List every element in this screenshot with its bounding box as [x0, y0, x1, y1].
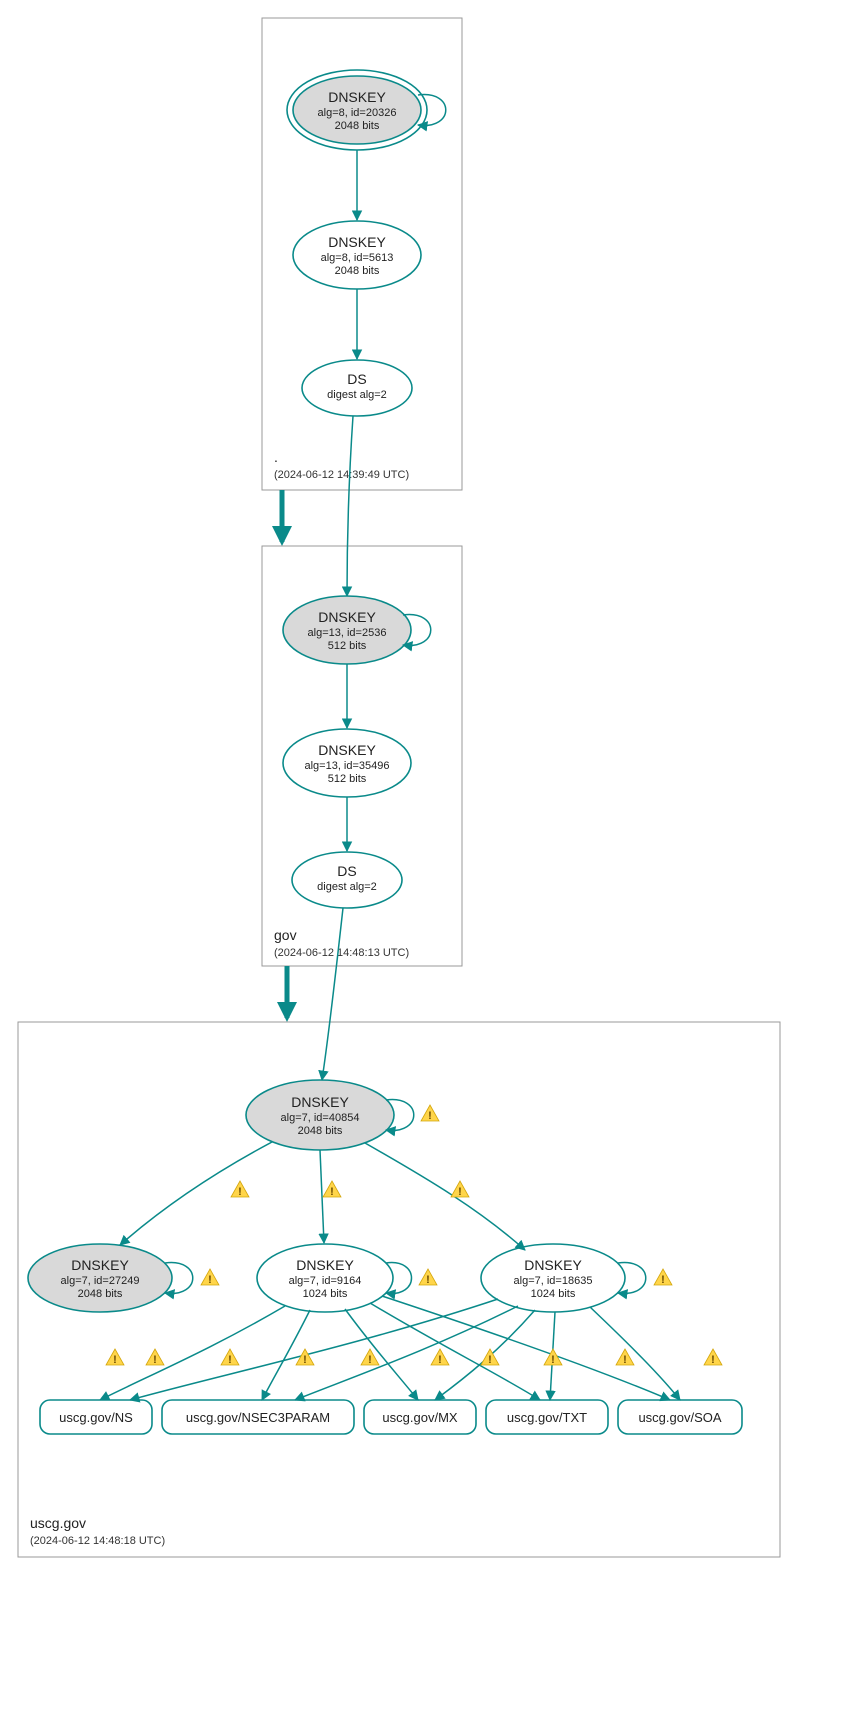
rr-nsec3: uscg.gov/NSEC3PARAM — [162, 1400, 354, 1434]
svg-text:uscg.gov/NS: uscg.gov/NS — [59, 1410, 133, 1425]
svg-text:uscg.gov/MX: uscg.gov/MX — [382, 1410, 457, 1425]
warn-icon — [704, 1349, 722, 1366]
svg-text:digest alg=2: digest alg=2 — [317, 881, 377, 893]
zone-gov-time: (2024-06-12 14:48:13 UTC) — [274, 947, 409, 959]
svg-text:uscg.gov/SOA: uscg.gov/SOA — [638, 1410, 721, 1425]
svg-text:alg=13, id=35496: alg=13, id=35496 — [304, 760, 389, 772]
svg-text:alg=7, id=27249: alg=7, id=27249 — [61, 1275, 140, 1287]
svg-text:DNSKEY: DNSKEY — [524, 1257, 582, 1273]
svg-text:2048 bits: 2048 bits — [335, 265, 380, 277]
svg-text:alg=8, id=5613: alg=8, id=5613 — [321, 252, 394, 264]
zone-gov-name: gov — [274, 927, 297, 943]
warn-icon — [616, 1349, 634, 1366]
svg-text:DS: DS — [337, 863, 356, 879]
node-uscg-ksk: DNSKEY alg=7, id=40854 2048 bits — [246, 1080, 394, 1150]
svg-text:DNSKEY: DNSKEY — [318, 609, 376, 625]
warn-icon — [296, 1349, 314, 1366]
svg-text:512 bits: 512 bits — [328, 640, 367, 652]
warn-icon — [201, 1269, 219, 1286]
edge-z2-mx — [435, 1310, 535, 1400]
svg-text:alg=13, id=2536: alg=13, id=2536 — [308, 627, 387, 639]
svg-text:DNSKEY: DNSKEY — [296, 1257, 354, 1273]
node-uscg-z1: DNSKEY alg=7, id=9164 1024 bits — [257, 1244, 393, 1312]
node-gov-zsk: DNSKEY alg=13, id=35496 512 bits — [283, 729, 411, 797]
svg-text:2048 bits: 2048 bits — [298, 1125, 343, 1137]
svg-text:uscg.gov/TXT: uscg.gov/TXT — [507, 1410, 587, 1425]
svg-text:DNSKEY: DNSKEY — [328, 234, 386, 250]
edge-root-ksk-self — [418, 95, 446, 126]
node-root-ksk: DNSKEY alg=8, id=20326 2048 bits — [287, 70, 427, 150]
svg-text:DNSKEY: DNSKEY — [71, 1257, 129, 1273]
svg-text:digest alg=2: digest alg=2 — [327, 389, 387, 401]
zone-root-time: (2024-06-12 14:39:49 UTC) — [274, 469, 409, 481]
edge-uscg-ksk-z2 — [365, 1143, 525, 1250]
svg-text:1024 bits: 1024 bits — [531, 1288, 576, 1300]
warn-icon — [451, 1181, 469, 1198]
node-root-ds: DS digest alg=2 — [302, 360, 412, 416]
edge-root-ds-gov-ksk — [347, 416, 353, 596]
node-uscg-k2: DNSKEY alg=7, id=27249 2048 bits — [28, 1244, 172, 1312]
warn-icon — [481, 1349, 499, 1366]
svg-text:DNSKEY: DNSKEY — [291, 1094, 349, 1110]
edge-gov-ds-uscg-ksk — [322, 908, 343, 1080]
svg-text:DS: DS — [347, 371, 366, 387]
svg-text:alg=7, id=9164: alg=7, id=9164 — [289, 1275, 362, 1287]
warn-icon — [323, 1181, 341, 1198]
warn-icon — [146, 1349, 164, 1366]
svg-text:DNSKEY: DNSKEY — [328, 89, 386, 105]
node-root-zsk: DNSKEY alg=8, id=5613 2048 bits — [293, 221, 421, 289]
edge-uscg-ksk-k2 — [120, 1142, 272, 1245]
zone-uscg-name: uscg.gov — [30, 1515, 86, 1531]
svg-text:uscg.gov/NSEC3PARAM: uscg.gov/NSEC3PARAM — [186, 1410, 330, 1425]
svg-text:alg=7, id=18635: alg=7, id=18635 — [514, 1275, 593, 1287]
node-gov-ds: DS digest alg=2 — [292, 852, 402, 908]
rr-soa: uscg.gov/SOA — [618, 1400, 742, 1434]
warn-icon — [654, 1269, 672, 1286]
zone-root-name: . — [274, 449, 278, 465]
edge-z2-ns — [130, 1299, 498, 1400]
rr-ns: uscg.gov/NS — [40, 1400, 152, 1434]
node-gov-ksk: DNSKEY alg=13, id=2536 512 bits — [283, 596, 411, 664]
node-uscg-z2: DNSKEY alg=7, id=18635 1024 bits — [481, 1244, 625, 1312]
warn-icon — [221, 1349, 239, 1366]
zone-uscg-time: (2024-06-12 14:48:18 UTC) — [30, 1535, 165, 1547]
svg-text:2048 bits: 2048 bits — [78, 1288, 123, 1300]
svg-text:2048 bits: 2048 bits — [335, 120, 380, 132]
warn-icon — [421, 1105, 439, 1122]
svg-text:alg=8, id=20326: alg=8, id=20326 — [318, 107, 397, 119]
warn-icon — [106, 1349, 124, 1366]
edge-z1-mx — [345, 1309, 418, 1400]
svg-text:1024 bits: 1024 bits — [303, 1288, 348, 1300]
warn-icon — [431, 1349, 449, 1366]
svg-text:512 bits: 512 bits — [328, 773, 367, 785]
edge-z1-ns — [100, 1306, 285, 1400]
warn-icon — [419, 1269, 437, 1286]
warn-icon — [231, 1181, 249, 1198]
svg-text:alg=7, id=40854: alg=7, id=40854 — [281, 1112, 360, 1124]
rr-txt: uscg.gov/TXT — [486, 1400, 608, 1434]
warn-icon — [361, 1349, 379, 1366]
rr-mx: uscg.gov/MX — [364, 1400, 476, 1434]
svg-text:DNSKEY: DNSKEY — [318, 742, 376, 758]
